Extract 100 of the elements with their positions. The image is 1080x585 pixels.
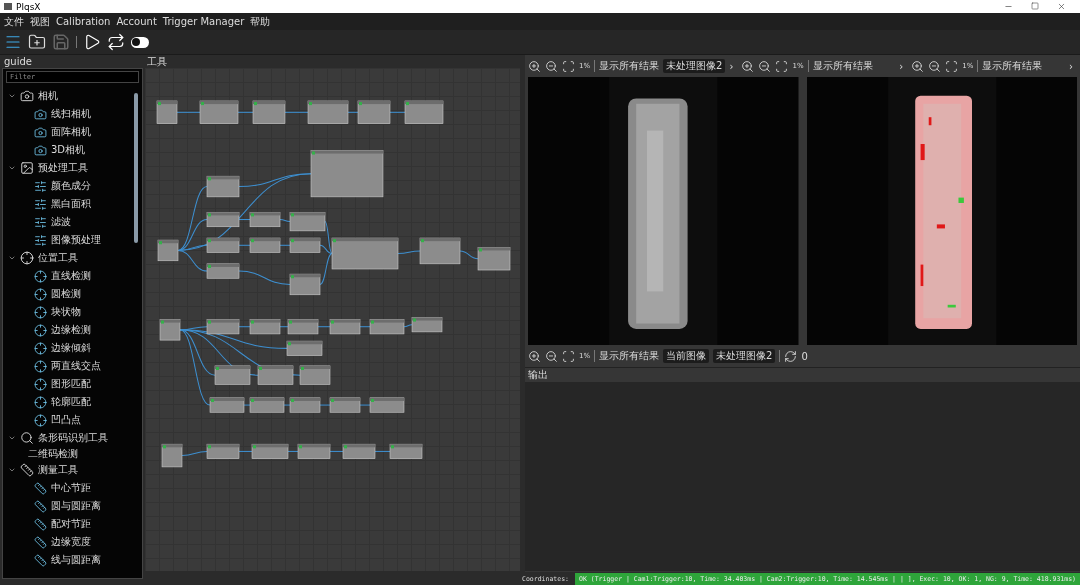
tree-item[interactable]: 块状物 (51, 305, 81, 319)
node[interactable] (342, 443, 376, 459)
node[interactable] (206, 319, 240, 335)
crosshair-icon (34, 305, 47, 319)
zoom-in-icon (528, 59, 541, 73)
node[interactable] (214, 365, 251, 385)
tree-item[interactable]: 图形匹配 (51, 377, 91, 391)
zoom-out-icon (928, 59, 942, 73)
node[interactable] (289, 273, 321, 296)
tree-item[interactable]: 颜色成分 (51, 179, 91, 193)
node[interactable] (206, 212, 240, 228)
tree-item[interactable]: 图像预处理 (51, 233, 101, 247)
image-dropdown[interactable]: 未处理图像2 (713, 349, 776, 363)
crosshair-icon (34, 287, 47, 301)
node[interactable] (329, 319, 361, 335)
tree-item[interactable]: 黑白面积 (51, 197, 91, 211)
tree-item[interactable]: 轮廓匹配 (51, 395, 91, 409)
node[interactable] (157, 239, 179, 262)
node[interactable] (251, 443, 289, 459)
chevron-icon[interactable] (8, 434, 16, 442)
show-all-results-button[interactable]: 显示所有结果 (599, 349, 660, 363)
node[interactable] (289, 212, 326, 232)
tree-group[interactable]: 相机 (38, 89, 58, 103)
node[interactable] (206, 443, 240, 459)
tree-item[interactable]: 圆检测 (51, 287, 81, 301)
tree-item[interactable]: 凹凸点 (51, 413, 81, 427)
node-canvas[interactable] (145, 68, 520, 571)
next-arrow[interactable]: › (1069, 60, 1073, 72)
node[interactable] (404, 100, 444, 124)
sliders-icon (34, 215, 47, 229)
tree-item[interactable]: 边缘倾斜 (51, 341, 91, 355)
tree-item[interactable]: 线与圆距离 (51, 553, 101, 567)
node[interactable] (249, 319, 281, 335)
node[interactable] (156, 100, 178, 124)
node[interactable] (289, 397, 321, 413)
chevron-icon[interactable] (8, 92, 16, 100)
node[interactable] (369, 319, 405, 335)
tree-item[interactable]: 中心节距 (51, 481, 91, 495)
node[interactable] (287, 319, 319, 335)
menu-item[interactable]: 文件 (4, 14, 24, 29)
node[interactable] (199, 100, 239, 124)
node[interactable] (369, 397, 405, 413)
tree-item[interactable]: 两直线交点 (51, 359, 101, 373)
image-dropdown[interactable]: 当前图像 (663, 349, 710, 363)
show-all-results-button[interactable]: 显示所有结果 (982, 59, 1043, 73)
node[interactable] (249, 397, 285, 413)
tree-item[interactable]: 配对节距 (51, 517, 91, 531)
show-all-results-button[interactable]: 显示所有结果 (599, 59, 660, 73)
tree-item[interactable]: 3D相机 (51, 143, 86, 157)
tree-group[interactable]: 位置工具 (38, 251, 78, 265)
tree-item[interactable]: 二维码检测 (28, 447, 78, 461)
node[interactable] (289, 237, 321, 253)
tree-item[interactable]: 边缘检测 (51, 323, 91, 337)
show-all-results-button[interactable]: 显示所有结果 (812, 59, 873, 73)
menu-item[interactable]: Calibration (56, 16, 111, 27)
menu-item[interactable]: Account (116, 16, 157, 27)
node[interactable] (249, 212, 281, 228)
node[interactable] (310, 150, 384, 198)
crosshair-icon (34, 377, 47, 391)
node[interactable] (329, 397, 361, 413)
node[interactable] (299, 365, 331, 385)
menu-item[interactable]: Trigger Manager (162, 16, 245, 27)
node[interactable] (286, 340, 323, 356)
tree-group[interactable]: 测量工具 (38, 463, 78, 477)
node[interactable] (389, 443, 423, 459)
chevron-icon[interactable] (8, 164, 16, 172)
node[interactable] (477, 247, 511, 271)
node[interactable] (206, 175, 240, 198)
tree-item[interactable]: 直线检测 (51, 269, 91, 283)
tree-item[interactable]: 滤波 (51, 215, 71, 229)
chevron-icon[interactable] (8, 254, 16, 262)
node[interactable] (159, 319, 181, 341)
node[interactable] (161, 443, 183, 468)
node[interactable] (206, 263, 240, 279)
scrollbar[interactable] (134, 93, 138, 243)
menu-item[interactable]: 帮助 (250, 14, 271, 29)
node[interactable] (411, 317, 443, 333)
node[interactable] (297, 443, 331, 459)
menu-item[interactable]: 视图 (30, 14, 50, 29)
node[interactable] (419, 237, 461, 265)
tree-item[interactable]: 面阵相机 (51, 125, 91, 139)
node[interactable] (252, 100, 286, 124)
node[interactable] (307, 100, 349, 124)
tree-item[interactable]: 线扫相机 (51, 107, 91, 121)
image-dropdown[interactable]: 未处理图像2 (663, 59, 726, 73)
next-arrow[interactable]: › (729, 60, 734, 72)
toggle-switch[interactable] (131, 36, 149, 48)
tree-item[interactable]: 圆与圆距离 (51, 499, 101, 513)
tree-item[interactable]: 边缘宽度 (51, 535, 91, 549)
crosshair-icon (20, 251, 34, 265)
node[interactable] (331, 237, 399, 270)
node[interactable] (357, 100, 391, 124)
next-arrow[interactable]: › (899, 60, 904, 72)
tree-group[interactable]: 条形码识别工具 (38, 431, 108, 445)
node[interactable] (206, 237, 240, 253)
chevron-icon[interactable] (8, 466, 16, 474)
tree-group[interactable]: 预处理工具 (38, 161, 88, 175)
node[interactable] (257, 365, 294, 385)
node[interactable] (249, 237, 281, 253)
node[interactable] (209, 397, 245, 413)
